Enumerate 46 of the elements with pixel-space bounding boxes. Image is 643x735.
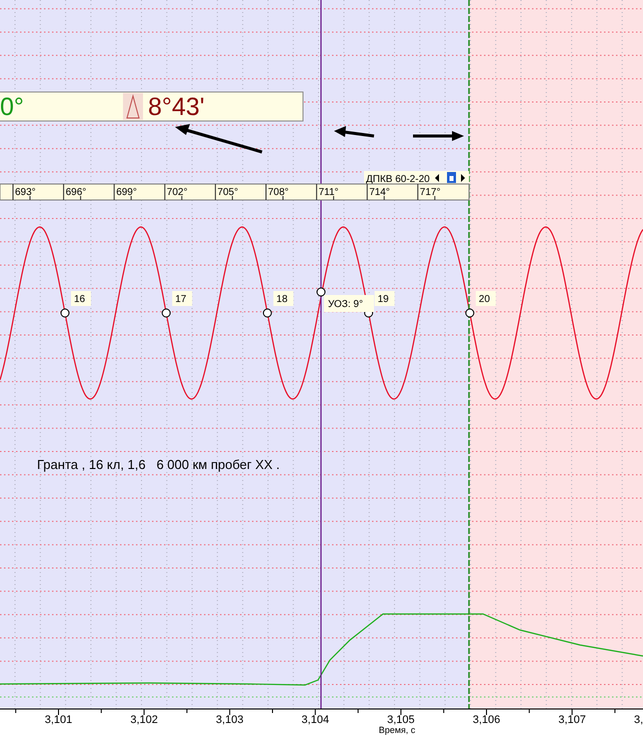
time-tick-label: 3,107	[558, 714, 586, 726]
angle-tick-label: 708°	[268, 187, 289, 198]
arrow-annotation	[334, 126, 374, 138]
angle-tick-label: 705°	[217, 187, 238, 198]
time-tick-label: 3,103	[216, 714, 244, 726]
angle-tick-label: 702°	[166, 187, 188, 198]
angle-value: 0°	[0, 93, 24, 121]
marker-label: 16	[74, 294, 86, 305]
marker-point[interactable]	[465, 308, 474, 318]
marker-label: 19	[378, 294, 389, 305]
previous-icon[interactable]	[435, 174, 439, 182]
axis-label: Время, с	[378, 725, 416, 735]
angle-tick-label: 711°	[318, 187, 339, 198]
marker-label-background	[71, 291, 91, 306]
angle-tick-label: 714°	[369, 187, 390, 198]
marker-point[interactable]	[60, 308, 70, 318]
cursor-label: УОЗ: 9°	[328, 299, 363, 310]
marker-label: 17	[175, 294, 186, 305]
delta-angle-value: 8°43'	[148, 93, 204, 121]
cursor-line[interactable]	[320, 0, 322, 709]
arrow-annotation	[413, 131, 464, 141]
cursor-point	[316, 288, 326, 296]
marker-label-background	[374, 291, 395, 306]
time-tick-label: 3,104	[302, 714, 330, 726]
angle-tick-label: 696°	[66, 187, 86, 198]
marker-label: 18	[276, 294, 288, 305]
marker-line[interactable]	[468, 0, 470, 709]
angle-tick-label: 693°	[15, 187, 36, 198]
time-tick-label: 3,102	[130, 714, 158, 726]
marker-label: 20	[478, 294, 490, 305]
cursor-label-background	[324, 295, 374, 312]
angle-tick-label: 717°	[420, 187, 440, 198]
time-tick-label: 3,101	[44, 714, 72, 726]
marker-point[interactable]	[162, 308, 171, 318]
marker-label-background	[273, 291, 294, 306]
angle-tick-label: 699°	[116, 187, 137, 198]
next-icon[interactable]	[461, 174, 465, 182]
marker-point[interactable]	[262, 308, 272, 318]
note-text: Гранта , 16 кл, 1,6 6 000 км пробег XX .	[37, 457, 280, 472]
time-tick-label: 3,105	[387, 714, 415, 726]
sensor-label: ДПКВ 60-2-20	[366, 174, 430, 185]
time-tick-label: 3,106	[472, 714, 500, 726]
marker-label-background	[476, 291, 496, 306]
delta-icon	[123, 93, 143, 120]
marker-label-background	[172, 291, 192, 306]
time-tick-label: 3,	[634, 714, 643, 726]
